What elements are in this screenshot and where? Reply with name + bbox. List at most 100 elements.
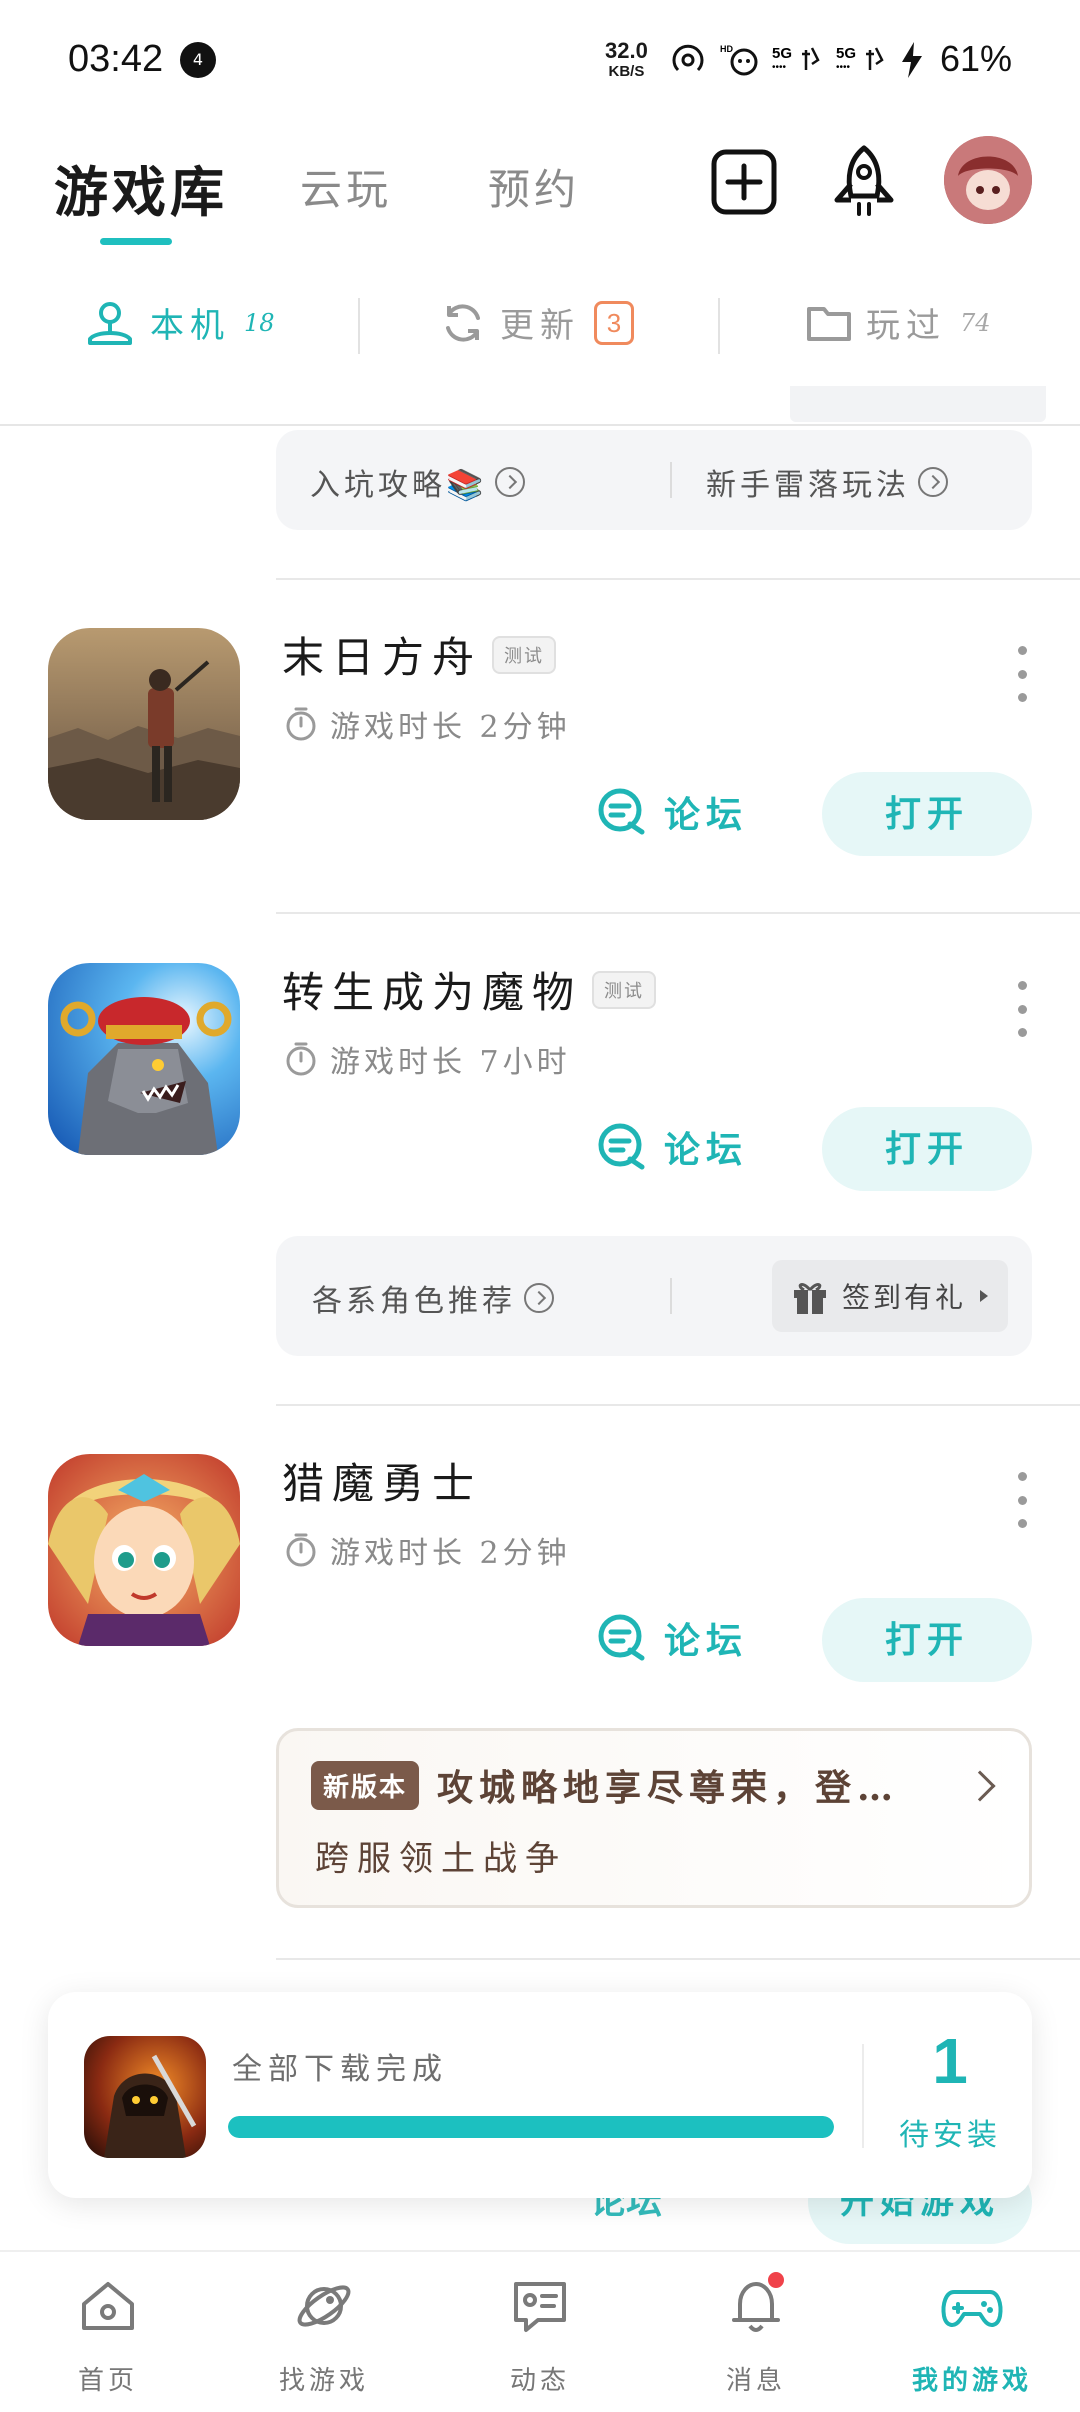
planet-icon xyxy=(297,2285,351,2327)
game-title: 末日方舟 测试 xyxy=(282,624,557,685)
subtab-divider xyxy=(718,298,720,354)
nav-discover[interactable]: 找游戏 xyxy=(216,2274,432,2397)
game-title: 转生成为魔物 测试 xyxy=(282,959,657,1020)
subtab-played-count: 74 xyxy=(960,308,991,337)
hotspot-icon xyxy=(672,44,704,72)
triangle-right-icon xyxy=(980,1290,989,1302)
rocket-icon xyxy=(834,145,894,216)
news-subtitle: 跨服领土战争 xyxy=(315,1839,567,1879)
folder-icon xyxy=(807,306,851,341)
tips-divider xyxy=(670,462,672,498)
updates-count-badge: 3 xyxy=(594,300,634,345)
download-status-card[interactable]: 全部下载完成 1 待安装 xyxy=(48,1992,1032,2198)
subtab-local-label: 本机 xyxy=(150,306,230,346)
add-game-button[interactable] xyxy=(704,142,784,222)
gift-icon xyxy=(794,1283,826,1314)
avatar[interactable] xyxy=(944,136,1032,224)
row-divider xyxy=(276,912,1080,914)
row-divider xyxy=(276,1958,1080,1960)
svg-text:••••: •••• xyxy=(836,62,851,73)
download-progress-bar xyxy=(228,2116,834,2138)
subtab-local[interactable]: 本机 18 xyxy=(84,298,275,347)
stopwatch-icon xyxy=(286,707,316,741)
tip-guide-link[interactable]: 入坑攻略📚 xyxy=(310,460,526,504)
playtime-text: 游戏时长 2分钟 xyxy=(330,710,571,745)
header: 游戏库 云玩 预约 xyxy=(0,120,1080,260)
game-title-text: 猎魔勇士 xyxy=(282,1459,483,1508)
scrolled-card-edge xyxy=(790,386,1046,422)
forum-button[interactable]: 论坛 xyxy=(596,1598,748,1678)
game-icon-demon-hunter[interactable] xyxy=(48,1454,240,1646)
notification-count-badge: 4 xyxy=(180,42,216,78)
open-game-button[interactable]: 打开 xyxy=(822,1107,1032,1191)
open-game-button[interactable]: 打开 xyxy=(822,772,1032,856)
forum-chat-icon xyxy=(598,788,645,835)
subtab-played[interactable]: 玩过 74 xyxy=(806,298,991,347)
status-bar: 03:42 4 32.0 KB/S HD 5G •••• 5G •••• 61% xyxy=(0,0,1080,120)
nav-discover-label: 找游戏 xyxy=(278,2366,369,2396)
nav-my-games[interactable]: 我的游戏 xyxy=(864,2274,1080,2397)
stopwatch-icon xyxy=(286,1533,316,1567)
svg-text:5G: 5G xyxy=(836,45,856,62)
game-title-text: 末日方舟 xyxy=(282,633,483,682)
arrow-circle-icon xyxy=(495,467,526,497)
tip-role-recommend-link[interactable]: 各系角色推荐 xyxy=(312,1276,554,1320)
game-icon-reborn-monster[interactable] xyxy=(48,963,240,1155)
pending-install-label: 待安装 xyxy=(899,2118,1001,2153)
subtab-divider xyxy=(358,298,360,354)
download-divider xyxy=(862,2044,864,2148)
subtabs-divider xyxy=(0,424,1080,426)
charging-icon xyxy=(902,42,922,78)
subtab-updates[interactable]: 更新 3 xyxy=(440,298,634,347)
more-options-button[interactable] xyxy=(1012,1472,1032,1528)
nav-messages[interactable]: 消息 xyxy=(648,2270,864,2397)
game-title-text: 转生成为魔物 xyxy=(282,968,583,1017)
svg-text:••••: •••• xyxy=(772,62,787,73)
test-tag: 测试 xyxy=(492,635,557,674)
nav-feed[interactable]: 动态 xyxy=(432,2274,648,2397)
notification-dot xyxy=(766,2270,786,2290)
open-game-button[interactable]: 打开 xyxy=(822,1598,1032,1682)
playtime-text: 游戏时长 7小时 xyxy=(330,1045,571,1080)
more-options-button[interactable] xyxy=(1012,646,1032,702)
tab-cloud-play[interactable]: 云玩 xyxy=(300,156,392,217)
sub-tabs: 本机 18 更新 3 玩过 74 xyxy=(0,280,1080,372)
pending-install-count: 1 xyxy=(932,2025,968,2097)
news-title: 攻城略地享尽尊荣，登… xyxy=(437,1767,900,1809)
download-status-label: 全部下载完成 xyxy=(232,2052,448,2087)
network-speed: 32.0 KB/S xyxy=(605,38,648,80)
subtab-played-label: 玩过 xyxy=(866,306,946,346)
network-speed-value: 32.0 xyxy=(605,38,648,63)
game-icon-doomsday-ark[interactable] xyxy=(48,628,240,820)
more-options-button[interactable] xyxy=(1012,981,1032,1037)
new-version-banner[interactable]: 新版本 攻城略地享尽尊荣，登… 跨服领土战争 xyxy=(276,1728,1032,1908)
subtab-updates-label: 更新 xyxy=(500,306,580,346)
new-version-tag: 新版本 xyxy=(311,1761,420,1810)
avatar-image xyxy=(944,136,1032,224)
game-title: 猎魔勇士 xyxy=(282,1450,482,1511)
playtime: 游戏时长 2分钟 xyxy=(284,1528,571,1572)
tab-game-library[interactable]: 游戏库 xyxy=(54,148,228,227)
arrow-circle-icon xyxy=(524,1283,554,1313)
download-progress-fill xyxy=(228,2116,834,2138)
speed-up-button[interactable] xyxy=(824,142,904,222)
tip-role-recommend-label: 各系角色推荐 xyxy=(312,1284,516,1319)
tips-divider xyxy=(670,1278,672,1314)
forum-button[interactable]: 论坛 xyxy=(596,1107,748,1187)
game-item: 末日方舟 测试 游戏时长 2分钟 论坛 打开 xyxy=(0,580,1080,900)
nav-home[interactable]: 首页 xyxy=(0,2274,216,2397)
nav-feed-label: 动态 xyxy=(509,2366,570,2396)
active-tab-indicator xyxy=(100,238,172,245)
game-art xyxy=(48,628,240,820)
tip-gameplay-link[interactable]: 新手雷落玩法 xyxy=(706,460,948,504)
test-tag: 测试 xyxy=(592,970,657,1009)
top-tips-card: 入坑攻略📚 新手雷落玩法 xyxy=(276,430,1032,530)
checkin-gift-button[interactable]: 签到有礼 xyxy=(772,1260,1009,1332)
game-item: 转生成为魔物 测试 游戏时长 7小时 论坛 打开 xyxy=(0,915,1080,1235)
forum-button[interactable]: 论坛 xyxy=(596,772,748,852)
tab-reservation[interactable]: 预约 xyxy=(488,156,580,217)
hd-face-icon: HD xyxy=(720,44,758,76)
chat-card-icon xyxy=(514,2282,566,2332)
refresh-icon xyxy=(446,303,480,342)
forum-chat-icon xyxy=(598,1123,645,1170)
